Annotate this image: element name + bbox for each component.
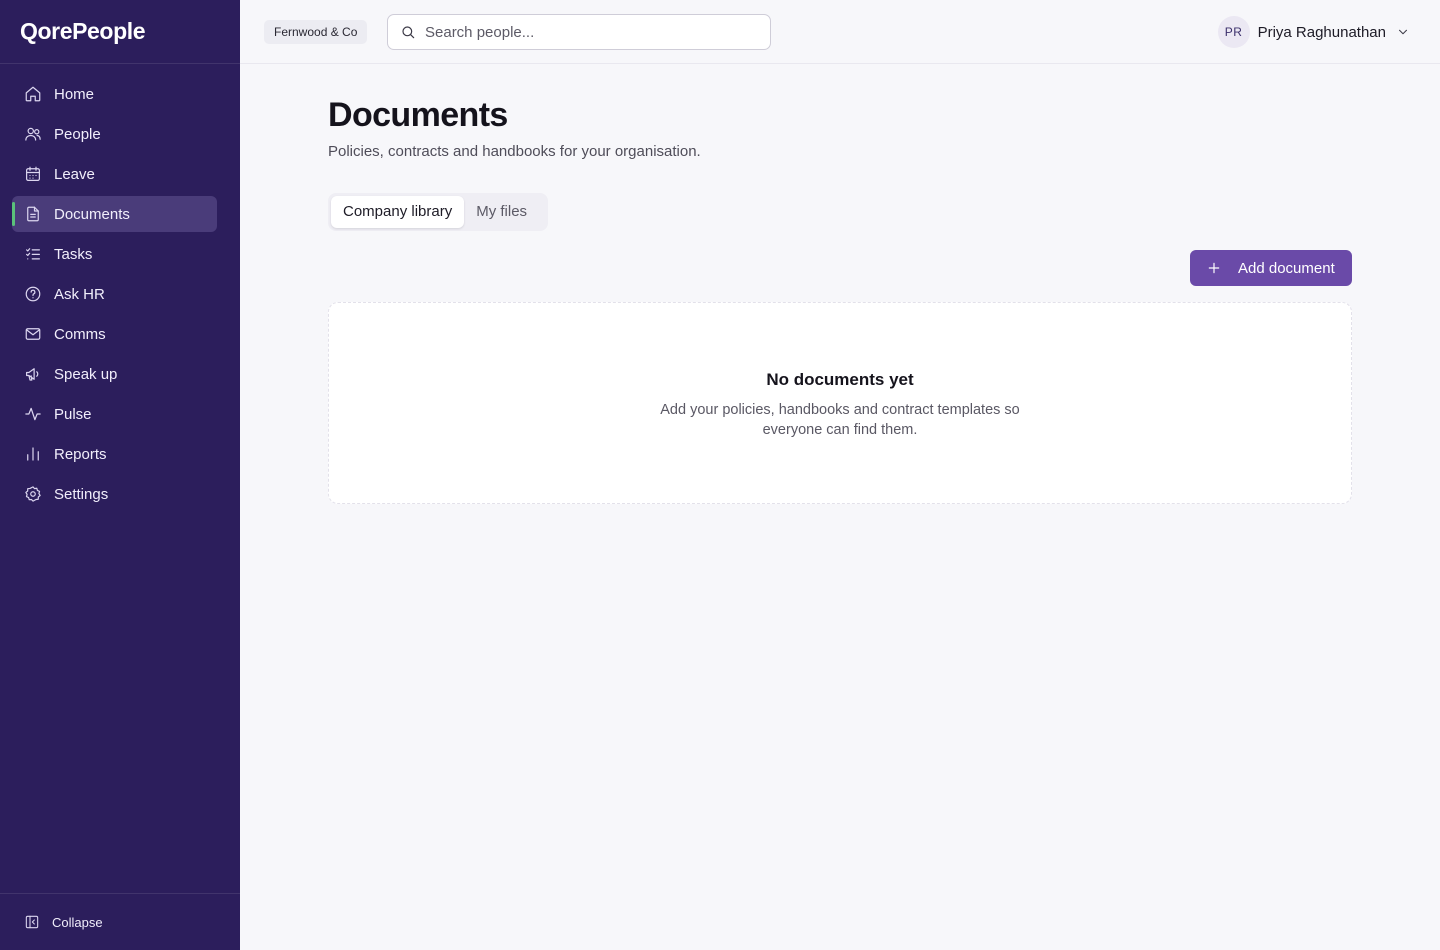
sidebar-item-reports[interactable]: Reports — [12, 436, 217, 472]
chevron-down-icon — [1396, 25, 1410, 39]
sidebar-item-tasks[interactable]: Tasks — [12, 236, 217, 272]
sidebar-item-label: Speak up — [54, 365, 118, 383]
sidebar: QorePeople Home People Leave Documents T… — [0, 0, 240, 950]
sidebar-item-label: Pulse — [54, 405, 92, 423]
empty-state: No documents yet Add your policies, hand… — [328, 302, 1352, 504]
sidebar-item-comms[interactable]: Comms — [12, 316, 217, 352]
sidebar-item-speak-up[interactable]: Speak up — [12, 356, 217, 392]
sidebar-item-ask-hr[interactable]: Ask HR — [12, 276, 217, 312]
document-icon — [24, 205, 42, 223]
activity-icon — [24, 405, 42, 423]
gear-icon — [24, 485, 42, 503]
sidebar-item-label: Tasks — [54, 245, 93, 263]
search-icon — [402, 26, 415, 39]
home-icon — [24, 85, 42, 103]
mail-icon — [24, 325, 42, 343]
empty-state-title: No documents yet — [766, 370, 914, 389]
sidebar-item-people[interactable]: People — [12, 116, 217, 152]
sidebar-item-label: Ask HR — [54, 285, 105, 303]
sidebar-item-documents[interactable]: Documents — [12, 196, 217, 232]
plus-icon — [1208, 262, 1220, 274]
sidebar-item-label: Home — [54, 85, 95, 103]
megaphone-icon — [24, 365, 42, 383]
bar-chart-icon — [24, 445, 42, 463]
sidebar-nav: Home People Leave Documents Tasks Ask HR… — [0, 64, 240, 512]
sidebar-item-label: People — [54, 125, 101, 143]
tasks-icon — [24, 245, 42, 263]
add-document-button[interactable]: Add document — [1190, 250, 1352, 286]
user-menu[interactable]: PR Priya Raghunathan — [1217, 16, 1410, 48]
sidebar-item-label: Comms — [54, 325, 106, 343]
topbar: Fernwood & Co PR Priya Raghunathan — [240, 0, 1440, 64]
tab-company-library[interactable]: Company library — [331, 196, 465, 228]
search-box[interactable] — [387, 14, 771, 50]
user-name: Priya Raghunathan — [1257, 23, 1386, 41]
add-document-label: Add document — [1238, 259, 1335, 277]
sidebar-item-label: Documents — [54, 205, 130, 223]
calendar-icon — [24, 165, 42, 183]
search-input[interactable] — [425, 23, 755, 41]
sidebar-item-label: Settings — [54, 485, 109, 503]
sidebar-item-leave[interactable]: Leave — [12, 156, 217, 192]
empty-state-description: Add your policies, handbooks and contrac… — [660, 402, 1020, 438]
page-title: Documents — [328, 96, 508, 134]
sidebar-item-label: Leave — [54, 165, 95, 183]
collapse-sidebar-button[interactable]: Collapse — [0, 893, 240, 950]
collapse-icon — [25, 915, 39, 929]
sidebar-item-home[interactable]: Home — [12, 76, 217, 112]
sidebar-item-settings[interactable]: Settings — [12, 476, 217, 512]
tab-my-files[interactable]: My files — [464, 196, 539, 228]
people-icon — [24, 125, 42, 143]
sidebar-item-label: Reports — [54, 445, 107, 463]
help-circle-icon — [24, 285, 42, 303]
org-badge[interactable]: Fernwood & Co — [264, 20, 368, 44]
page-subtitle: Policies, contracts and handbooks for yo… — [328, 143, 701, 160]
app-logo[interactable]: QorePeople — [0, 0, 240, 64]
collapse-label: Collapse — [52, 914, 103, 930]
avatar: PR — [1217, 16, 1250, 48]
sidebar-item-pulse[interactable]: Pulse — [12, 396, 217, 432]
tab-list: Company library My files — [328, 193, 548, 231]
